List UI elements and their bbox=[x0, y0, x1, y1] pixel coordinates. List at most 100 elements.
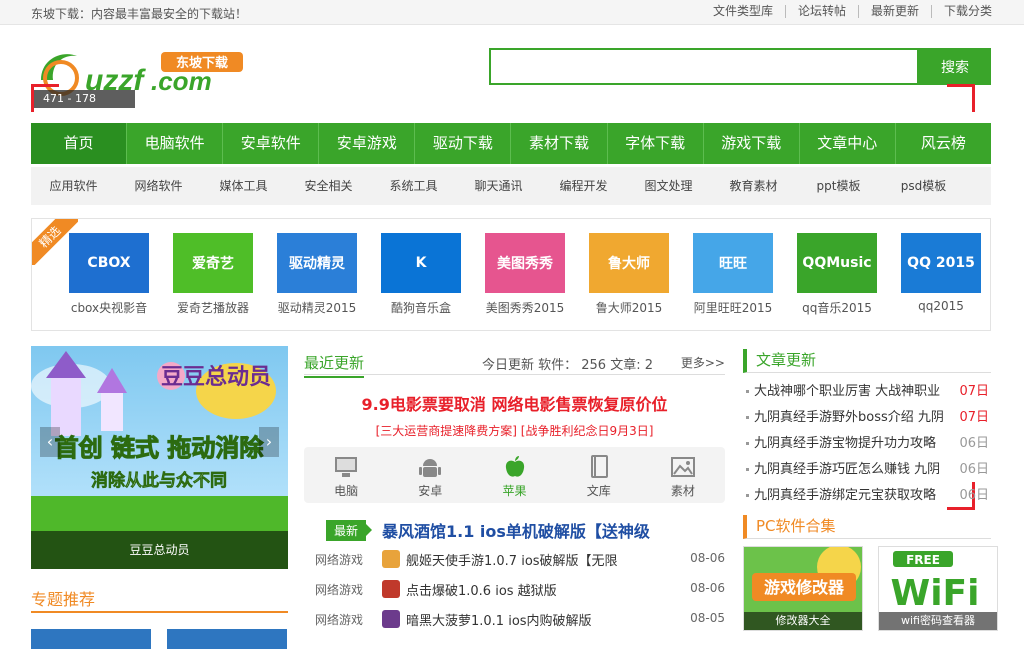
newest-item[interactable]: 最新 暴风酒馆1.1 ios单机破解版【送神级 bbox=[326, 518, 650, 542]
subnav-item[interactable]: 聊天通讯 bbox=[456, 167, 541, 205]
nav-home[interactable]: 首页 bbox=[31, 123, 127, 164]
recent-title[interactable]: 最近更新 bbox=[304, 352, 365, 378]
article-item[interactable]: 九阴真经手游绑定元宝获取攻略 06日 bbox=[746, 484, 991, 506]
list-item[interactable]: 网络游戏 舰姬天使手游1.0.7 ios破解版【无限 08-06 bbox=[315, 549, 725, 571]
top-bar: 东坡下载：内容最丰富最安全的下载站！ 文件类型库 论坛转帖 最新更新 下载分类 bbox=[0, 0, 1024, 25]
article-item[interactable]: 九阴真经手游巧匠怎么赚钱 九阴 06日 bbox=[746, 458, 991, 480]
bullet-icon bbox=[746, 468, 749, 471]
item-date: 08-06 bbox=[690, 551, 725, 565]
link-latest-updates[interactable]: 最新更新 bbox=[857, 5, 931, 18]
item-title[interactable]: 暗黑大菠萝1.0.1 ios内购破解版 bbox=[406, 610, 592, 629]
topic-thumbnail[interactable] bbox=[167, 629, 287, 649]
app-name: qq2015 bbox=[918, 299, 964, 313]
subnav-item[interactable]: 媒体工具 bbox=[201, 167, 286, 205]
item-category[interactable]: 网络游戏 bbox=[315, 551, 363, 568]
article-item[interactable]: 大战神哪个职业厉害 大战神职业 07日 bbox=[746, 380, 991, 402]
articles-title[interactable]: 文章更新 bbox=[743, 349, 991, 373]
nav-articles[interactable]: 文章中心 bbox=[798, 123, 895, 164]
subnav-item[interactable]: 编程开发 bbox=[541, 167, 626, 205]
subnav-item[interactable]: 安全相关 bbox=[286, 167, 371, 205]
sub-nav: 应用软件 网络软件 媒体工具 安全相关 系统工具 聊天通讯 编程开发 图文处理 … bbox=[31, 167, 991, 205]
item-title[interactable]: 舰姬天使手游1.0.7 ios破解版【无限 bbox=[406, 550, 618, 569]
item-category[interactable]: 网络游戏 bbox=[315, 611, 363, 628]
tab-library[interactable]: 文库 bbox=[557, 447, 641, 503]
nav-android-software[interactable]: 安卓软件 bbox=[222, 123, 318, 164]
tab-android[interactable]: 安卓 bbox=[388, 447, 472, 503]
nav-games[interactable]: 游戏下载 bbox=[702, 123, 799, 164]
featured-app[interactable]: CBOX cbox央视影音 bbox=[59, 233, 159, 316]
app-icon: CBOX bbox=[69, 233, 149, 293]
link-download-categories[interactable]: 下载分类 bbox=[930, 5, 992, 18]
list-item[interactable]: 网络游戏 暗黑大菠萝1.0.1 ios内购破解版 08-05 bbox=[315, 609, 725, 631]
featured-app[interactable]: 驱动精灵 驱动精灵2015 bbox=[267, 233, 367, 316]
link-file-types[interactable]: 文件类型库 bbox=[701, 5, 785, 18]
subnav-item[interactable]: 网络软件 bbox=[116, 167, 201, 205]
subnav-item[interactable]: 图文处理 bbox=[626, 167, 711, 205]
apple-icon bbox=[505, 456, 524, 477]
topic-thumbnail[interactable] bbox=[31, 629, 151, 649]
app-icon: QQMusic bbox=[797, 233, 877, 293]
corner-marker bbox=[31, 84, 59, 112]
app-icon: QQ 2015 bbox=[901, 233, 981, 293]
featured-app[interactable]: QQ 2015 qq2015 bbox=[891, 233, 991, 313]
featured-app[interactable]: 爱奇艺 爱奇艺播放器 bbox=[163, 233, 263, 316]
banner-prev-arrow[interactable]: ‹ bbox=[40, 427, 60, 457]
nav-pc-software[interactable]: 电脑软件 bbox=[126, 123, 222, 164]
link-forum-repost[interactable]: 论坛转帖 bbox=[784, 5, 858, 18]
subnav-item[interactable]: psd模板 bbox=[881, 167, 966, 205]
newest-title[interactable]: 暴风酒馆1.1 ios单机破解版【送神级 bbox=[382, 518, 650, 542]
app-icon: K bbox=[381, 233, 461, 293]
promo-banner[interactable]: 豆豆总动员 首创 链式 拖动消除 消除从此与众不同 豆豆总动员 bbox=[31, 346, 288, 569]
subheadline-link[interactable]: 三大运营商提速降费方案 bbox=[380, 424, 512, 438]
corner-marker bbox=[947, 84, 975, 112]
tab-pc[interactable]: 电脑 bbox=[304, 447, 388, 503]
banner-slogan: 首创 链式 拖动消除 bbox=[55, 434, 265, 462]
platform-tabs: 电脑 安卓 苹果 文库 素材 bbox=[304, 447, 725, 503]
article-date: 06日 bbox=[959, 462, 989, 477]
item-title[interactable]: 点击爆破1.0.6 ios 越狱版 bbox=[406, 580, 557, 599]
featured-apps: 精选 CBOX cbox央视影音 爱奇艺 爱奇艺播放器 驱动精灵 驱动精灵2015 K 酷狗音… bbox=[31, 218, 991, 331]
search-button[interactable]: 搜索 bbox=[919, 48, 991, 85]
tab-apple[interactable]: 苹果 bbox=[472, 447, 556, 503]
article-item[interactable]: 九阴真经手游野外boss介绍 九阴 07日 bbox=[746, 406, 991, 428]
recent-header: 最近更新 今日更新 软件： 256 文章: 2 更多>> bbox=[304, 348, 725, 378]
pc-icon bbox=[335, 457, 358, 477]
subnav-item[interactable]: 教育素材 bbox=[711, 167, 796, 205]
article-item[interactable]: 九阴真经手游宝物提升功力攻略 06日 bbox=[746, 432, 991, 454]
featured-app[interactable]: QQMusic qq音乐2015 bbox=[787, 233, 887, 316]
app-icon: 美图秀秀 bbox=[485, 233, 565, 293]
subnav-item[interactable]: ppt模板 bbox=[796, 167, 881, 205]
pc-packs-title[interactable]: PC软件合集 bbox=[743, 515, 991, 539]
nav-ranking[interactable]: 风云榜 bbox=[894, 123, 991, 164]
subheadline-link[interactable]: 战争胜利纪念日9月3日 bbox=[525, 424, 648, 438]
nav-android-games[interactable]: 安卓游戏 bbox=[318, 123, 414, 164]
article-date: 07日 bbox=[959, 410, 989, 425]
pc-pack-card[interactable]: 游戏修改器 修改器大全 bbox=[743, 546, 863, 631]
more-link[interactable]: 更多>> bbox=[681, 354, 725, 371]
nav-drivers[interactable]: 驱动下载 bbox=[414, 123, 510, 164]
nav-materials[interactable]: 素材下载 bbox=[510, 123, 606, 164]
item-category[interactable]: 网络游戏 bbox=[315, 581, 363, 598]
featured-app[interactable]: 旺旺 阿里旺旺2015 bbox=[683, 233, 783, 316]
banner-game-title: 豆豆总动员 bbox=[161, 364, 271, 390]
free-badge: FREE bbox=[906, 553, 940, 567]
featured-app[interactable]: 鲁大师 鲁大师2015 bbox=[579, 233, 679, 316]
site-slogan: 东坡下载：内容最丰富最安全的下载站！ bbox=[31, 7, 248, 21]
headline-link[interactable]: 9.9电影票要取消 网络电影售票恢复原价位 bbox=[304, 391, 725, 415]
bullet-icon bbox=[746, 442, 749, 445]
app-name: qq音乐2015 bbox=[802, 301, 872, 315]
topics-title: 专题推荐 bbox=[31, 586, 288, 613]
tab-materials[interactable]: 素材 bbox=[641, 447, 725, 503]
subnav-item[interactable]: 系统工具 bbox=[371, 167, 456, 205]
app-name: 鲁大师2015 bbox=[595, 301, 663, 315]
app-name: 爱奇艺播放器 bbox=[176, 301, 249, 315]
featured-app[interactable]: 美图秀秀 美图秀秀2015 bbox=[475, 233, 575, 316]
item-date: 08-06 bbox=[690, 581, 725, 595]
pc-pack-card[interactable]: FREE WiFi wifi密码查看器 bbox=[878, 546, 998, 631]
nav-fonts[interactable]: 字体下载 bbox=[606, 123, 703, 164]
featured-app[interactable]: K 酷狗音乐盒 bbox=[371, 233, 471, 316]
search-input[interactable] bbox=[491, 50, 917, 83]
banner-next-arrow[interactable]: › bbox=[259, 427, 279, 457]
subnav-item[interactable]: 应用软件 bbox=[31, 167, 116, 205]
list-item[interactable]: 网络游戏 点击爆破1.0.6 ios 越狱版 08-06 bbox=[315, 579, 725, 601]
